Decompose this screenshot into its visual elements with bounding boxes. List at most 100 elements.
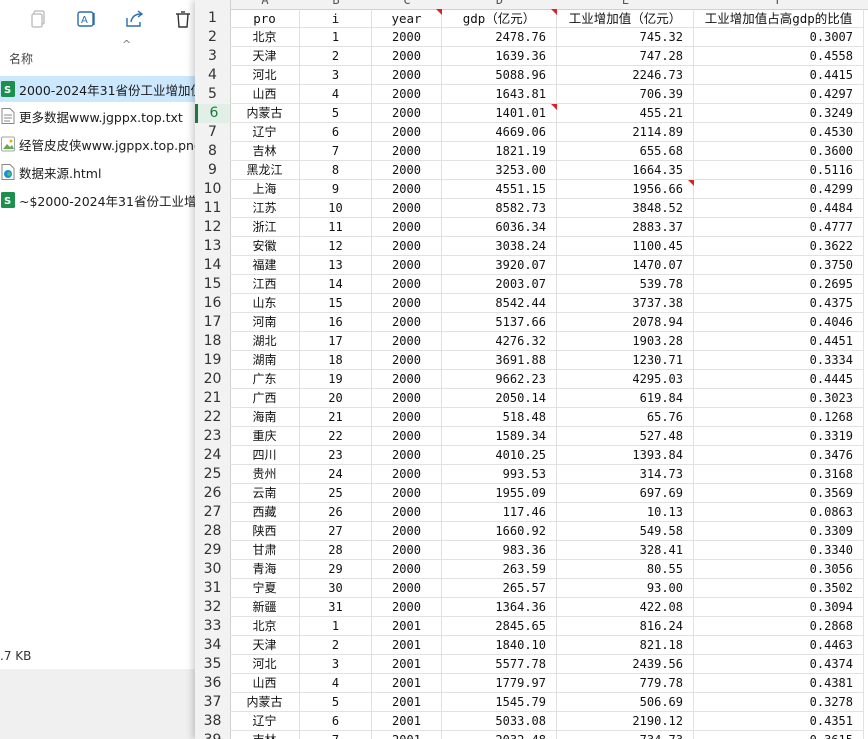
table-cell[interactable]: 0.0863 <box>694 503 864 522</box>
table-cell[interactable]: 2032.48 <box>442 731 557 739</box>
row-number[interactable]: 10 <box>195 180 230 199</box>
header-cell[interactable]: year <box>372 9 442 28</box>
column-header-a[interactable]: A <box>230 0 300 9</box>
table-cell[interactable]: 3253.00 <box>442 161 557 180</box>
table-cell[interactable]: 2246.73 <box>557 66 694 85</box>
table-cell[interactable]: 浙江 <box>230 218 300 237</box>
table-cell[interactable]: 0.3023 <box>694 389 864 408</box>
copy-icon[interactable] <box>28 8 50 30</box>
row-number[interactable]: 12 <box>195 218 230 237</box>
table-cell[interactable]: 江西 <box>230 275 300 294</box>
table-cell[interactable]: 0.4299 <box>694 180 864 199</box>
table-cell[interactable]: 安徽 <box>230 237 300 256</box>
table-cell[interactable]: 4276.32 <box>442 332 557 351</box>
table-cell[interactable]: 陕西 <box>230 522 300 541</box>
row-number[interactable]: 17 <box>195 313 230 332</box>
table-cell[interactable]: 福建 <box>230 256 300 275</box>
table-cell[interactable]: 422.08 <box>557 598 694 617</box>
table-cell[interactable]: 0.4046 <box>694 313 864 332</box>
row-number[interactable]: 32 <box>195 598 230 617</box>
table-cell[interactable]: 2001 <box>372 731 442 739</box>
table-cell[interactable]: 2050.14 <box>442 389 557 408</box>
table-cell[interactable]: 2000 <box>372 332 442 351</box>
table-cell[interactable]: 5137.66 <box>442 313 557 332</box>
table-cell[interactable]: 内蒙古 <box>230 104 300 123</box>
row-number[interactable]: 38 <box>195 712 230 731</box>
table-cell[interactable]: 5033.08 <box>442 712 557 731</box>
explorer-column-header[interactable]: ^ 名称 <box>0 38 200 72</box>
table-cell[interactable]: 0.4415 <box>694 66 864 85</box>
table-cell[interactable]: 1545.79 <box>442 693 557 712</box>
table-cell[interactable]: 山西 <box>230 85 300 104</box>
table-cell[interactable]: 1230.71 <box>557 351 694 370</box>
table-cell[interactable]: 21 <box>300 408 372 427</box>
share-icon[interactable] <box>124 8 146 30</box>
table-cell[interactable]: 16 <box>300 313 372 332</box>
table-cell[interactable]: 吉林 <box>230 731 300 739</box>
row-number[interactable]: 39 <box>195 731 230 739</box>
table-cell[interactable]: 1643.81 <box>442 85 557 104</box>
table-cell[interactable]: 2000 <box>372 560 442 579</box>
table-cell[interactable]: 9 <box>300 180 372 199</box>
table-cell[interactable]: 4 <box>300 674 372 693</box>
column-header-b[interactable]: B <box>300 0 372 9</box>
table-cell[interactable]: 5 <box>300 693 372 712</box>
table-cell[interactable]: 2000 <box>372 427 442 446</box>
table-cell[interactable]: 广东 <box>230 370 300 389</box>
table-cell[interactable]: 四川 <box>230 446 300 465</box>
row-number[interactable]: 20 <box>195 370 230 389</box>
table-cell[interactable]: 518.48 <box>442 408 557 427</box>
table-cell[interactable]: 6036.34 <box>442 218 557 237</box>
row-number[interactable]: 27 <box>195 503 230 522</box>
table-cell[interactable]: 2000 <box>372 123 442 142</box>
table-cell[interactable]: 2000 <box>372 313 442 332</box>
table-cell[interactable]: 9662.23 <box>442 370 557 389</box>
table-cell[interactable]: 0.3278 <box>694 693 864 712</box>
table-cell[interactable]: 湖南 <box>230 351 300 370</box>
table-cell[interactable]: 10.13 <box>557 503 694 522</box>
table-cell[interactable]: 2190.12 <box>557 712 694 731</box>
table-cell[interactable]: 2 <box>300 47 372 66</box>
table-cell[interactable]: 2000 <box>372 541 442 560</box>
row-number[interactable]: 4 <box>195 66 230 85</box>
row-number[interactable]: 22 <box>195 408 230 427</box>
table-cell[interactable]: 8542.44 <box>442 294 557 313</box>
table-cell[interactable]: 25 <box>300 484 372 503</box>
table-cell[interactable]: 4669.06 <box>442 123 557 142</box>
table-cell[interactable]: 2000 <box>372 370 442 389</box>
table-cell[interactable]: 0.3007 <box>694 28 864 47</box>
table-cell[interactable]: 0.3476 <box>694 446 864 465</box>
table-cell[interactable]: 0.3340 <box>694 541 864 560</box>
table-cell[interactable]: 3 <box>300 655 372 674</box>
table-cell[interactable]: 河北 <box>230 66 300 85</box>
table-cell[interactable]: 0.2695 <box>694 275 864 294</box>
row-number[interactable]: 25 <box>195 465 230 484</box>
table-cell[interactable]: 706.39 <box>557 85 694 104</box>
file-item[interactable]: S 2000-2024年31省份工业增加值占 <box>0 76 200 102</box>
table-cell[interactable]: 265.57 <box>442 579 557 598</box>
table-cell[interactable]: 821.18 <box>557 636 694 655</box>
table-cell[interactable]: 4 <box>300 85 372 104</box>
table-cell[interactable]: 0.3056 <box>694 560 864 579</box>
table-cell[interactable]: 2000 <box>372 161 442 180</box>
table-cell[interactable]: 328.41 <box>557 541 694 560</box>
header-cell[interactable]: pro <box>230 9 300 28</box>
table-cell[interactable]: 527.48 <box>557 427 694 446</box>
row-number[interactable]: 18 <box>195 332 230 351</box>
row-number[interactable]: 31 <box>195 579 230 598</box>
table-cell[interactable]: 2001 <box>372 655 442 674</box>
table-cell[interactable]: 697.69 <box>557 484 694 503</box>
table-cell[interactable]: 广西 <box>230 389 300 408</box>
table-cell[interactable]: 0.3334 <box>694 351 864 370</box>
table-cell[interactable]: 重庆 <box>230 427 300 446</box>
table-cell[interactable]: 2001 <box>372 617 442 636</box>
table-cell[interactable]: 2439.56 <box>557 655 694 674</box>
table-cell[interactable]: 黑龙江 <box>230 161 300 180</box>
table-cell[interactable]: 青海 <box>230 560 300 579</box>
table-cell[interactable]: 779.78 <box>557 674 694 693</box>
table-cell[interactable]: 22 <box>300 427 372 446</box>
table-cell[interactable]: 2 <box>300 636 372 655</box>
table-cell[interactable]: 河南 <box>230 313 300 332</box>
row-number[interactable]: 26 <box>195 484 230 503</box>
table-cell[interactable]: 云南 <box>230 484 300 503</box>
